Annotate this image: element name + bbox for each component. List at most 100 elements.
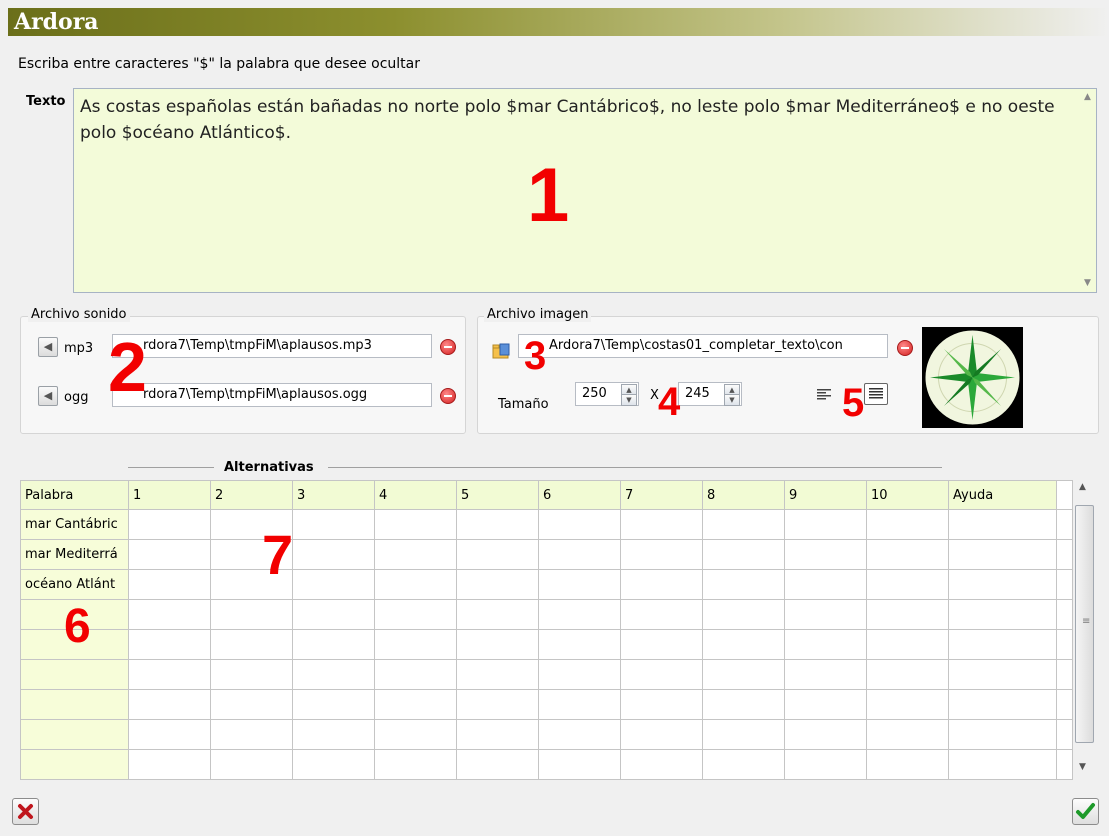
grid-cell[interactable] (374, 539, 457, 570)
texto-textarea[interactable]: As costas españolas están bañadas no nor… (73, 88, 1097, 293)
grid-cell[interactable] (128, 689, 211, 720)
grid-cell[interactable] (866, 689, 949, 720)
remove-icon[interactable] (440, 388, 456, 404)
grid-cell[interactable] (374, 599, 457, 630)
grid-cell[interactable] (620, 629, 703, 660)
grid-cell[interactable] (128, 599, 211, 630)
speaker-icon[interactable]: ◀ (38, 386, 58, 406)
header-9[interactable]: 9 (784, 480, 867, 510)
grid-cell[interactable] (374, 659, 457, 690)
header-1[interactable]: 1 (128, 480, 211, 510)
ogg-path-field[interactable]: rdora7\Temp\tmpFiM\aplausos.ogg (112, 383, 432, 407)
align-left-icon[interactable] (816, 387, 832, 401)
scroll-up-icon[interactable]: ▲ (1079, 89, 1096, 106)
grid-cell[interactable] (456, 629, 539, 660)
grid-cell[interactable] (620, 569, 703, 600)
grid-cell[interactable] (538, 659, 621, 690)
grid-cell[interactable] (538, 569, 621, 600)
grid-cell[interactable] (538, 719, 621, 750)
cancel-button[interactable] (12, 798, 39, 825)
grid-cell[interactable] (702, 659, 785, 690)
grid-cell[interactable] (456, 509, 539, 540)
header-3[interactable]: 3 (292, 480, 375, 510)
grid-cell[interactable] (620, 749, 703, 780)
grid-cell[interactable] (210, 749, 293, 780)
grid-cell[interactable] (866, 749, 949, 780)
grid-cell[interactable] (292, 749, 375, 780)
grid-cell[interactable] (702, 689, 785, 720)
grid-cell[interactable] (292, 599, 375, 630)
grid-cell[interactable] (374, 569, 457, 600)
grid-cell[interactable] (784, 569, 867, 600)
grid-cell[interactable] (128, 539, 211, 570)
grid-cell[interactable] (620, 599, 703, 630)
palabra-cell[interactable] (20, 659, 129, 690)
remove-icon[interactable] (897, 340, 913, 356)
header-4[interactable]: 4 (374, 480, 457, 510)
header-10[interactable]: 10 (866, 480, 949, 510)
header-7[interactable]: 7 (620, 480, 703, 510)
scroll-down-icon[interactable]: ▼ (1079, 275, 1096, 292)
grid-cell[interactable] (866, 659, 949, 690)
grid-cell[interactable] (948, 599, 1057, 630)
grid-cell[interactable] (948, 719, 1057, 750)
grid-cell[interactable] (128, 719, 211, 750)
grid-cell[interactable] (292, 659, 375, 690)
grid-cell[interactable] (620, 719, 703, 750)
grid-cell[interactable] (784, 749, 867, 780)
grid-cell[interactable] (702, 749, 785, 780)
grid-cell[interactable] (948, 539, 1057, 570)
grid-cell[interactable] (128, 749, 211, 780)
grid-cell[interactable] (948, 569, 1057, 600)
grid-cell[interactable] (948, 749, 1057, 780)
grid-cell[interactable] (210, 659, 293, 690)
header-2[interactable]: 2 (210, 480, 293, 510)
header-6[interactable]: 6 (538, 480, 621, 510)
folder-icon[interactable] (492, 342, 512, 360)
mp3-path-field[interactable]: rdora7\Temp\tmpFiM\aplausos.mp3 (112, 334, 432, 358)
grid-cell[interactable] (620, 539, 703, 570)
grid-cell[interactable] (538, 749, 621, 780)
grid-cell[interactable] (374, 749, 457, 780)
grid-cell[interactable] (866, 569, 949, 600)
grid-cell[interactable] (210, 599, 293, 630)
grid-cell[interactable] (948, 689, 1057, 720)
align-justify-icon[interactable] (864, 383, 888, 405)
grid-cell[interactable] (866, 719, 949, 750)
grid-cell[interactable] (210, 689, 293, 720)
palabra-cell[interactable] (20, 689, 129, 720)
texto-value[interactable]: As costas españolas están bañadas no nor… (80, 94, 1070, 146)
grid-cell[interactable] (456, 599, 539, 630)
grid-cell[interactable] (948, 659, 1057, 690)
grid-cell[interactable] (292, 719, 375, 750)
header-palabra[interactable]: Palabra (20, 480, 129, 510)
grid-cell[interactable] (620, 689, 703, 720)
grid-cell[interactable] (538, 539, 621, 570)
grid-cell[interactable] (292, 569, 375, 600)
speaker-icon[interactable]: ◀ (38, 337, 58, 357)
scroll-down-icon[interactable]: ▼ (1079, 762, 1086, 772)
grid-cell[interactable] (948, 629, 1057, 660)
grid-cell[interactable] (866, 629, 949, 660)
grid-cell[interactable] (128, 509, 211, 540)
grid-cell[interactable] (538, 689, 621, 720)
palabra-cell[interactable]: océano Atlánt (20, 569, 129, 600)
grid-cell[interactable] (702, 539, 785, 570)
grid-cell[interactable] (456, 749, 539, 780)
grid-cell[interactable] (702, 629, 785, 660)
grid-cell[interactable] (784, 659, 867, 690)
grid-cell[interactable] (374, 629, 457, 660)
palabra-cell[interactable]: mar Mediterrá (20, 539, 129, 570)
grid-cell[interactable] (128, 629, 211, 660)
imagen-path-field[interactable]: Ardora7\Temp\costas01_completar_texto\co… (518, 334, 888, 358)
header-8[interactable]: 8 (702, 480, 785, 510)
grid-cell[interactable] (128, 659, 211, 690)
grid-cell[interactable] (374, 719, 457, 750)
grid-cell[interactable] (538, 599, 621, 630)
grid-cell[interactable] (374, 509, 457, 540)
ok-button[interactable] (1072, 798, 1099, 825)
grid-cell[interactable] (456, 539, 539, 570)
grid-cell[interactable] (292, 509, 375, 540)
grid-cell[interactable] (456, 659, 539, 690)
remove-icon[interactable] (440, 339, 456, 355)
